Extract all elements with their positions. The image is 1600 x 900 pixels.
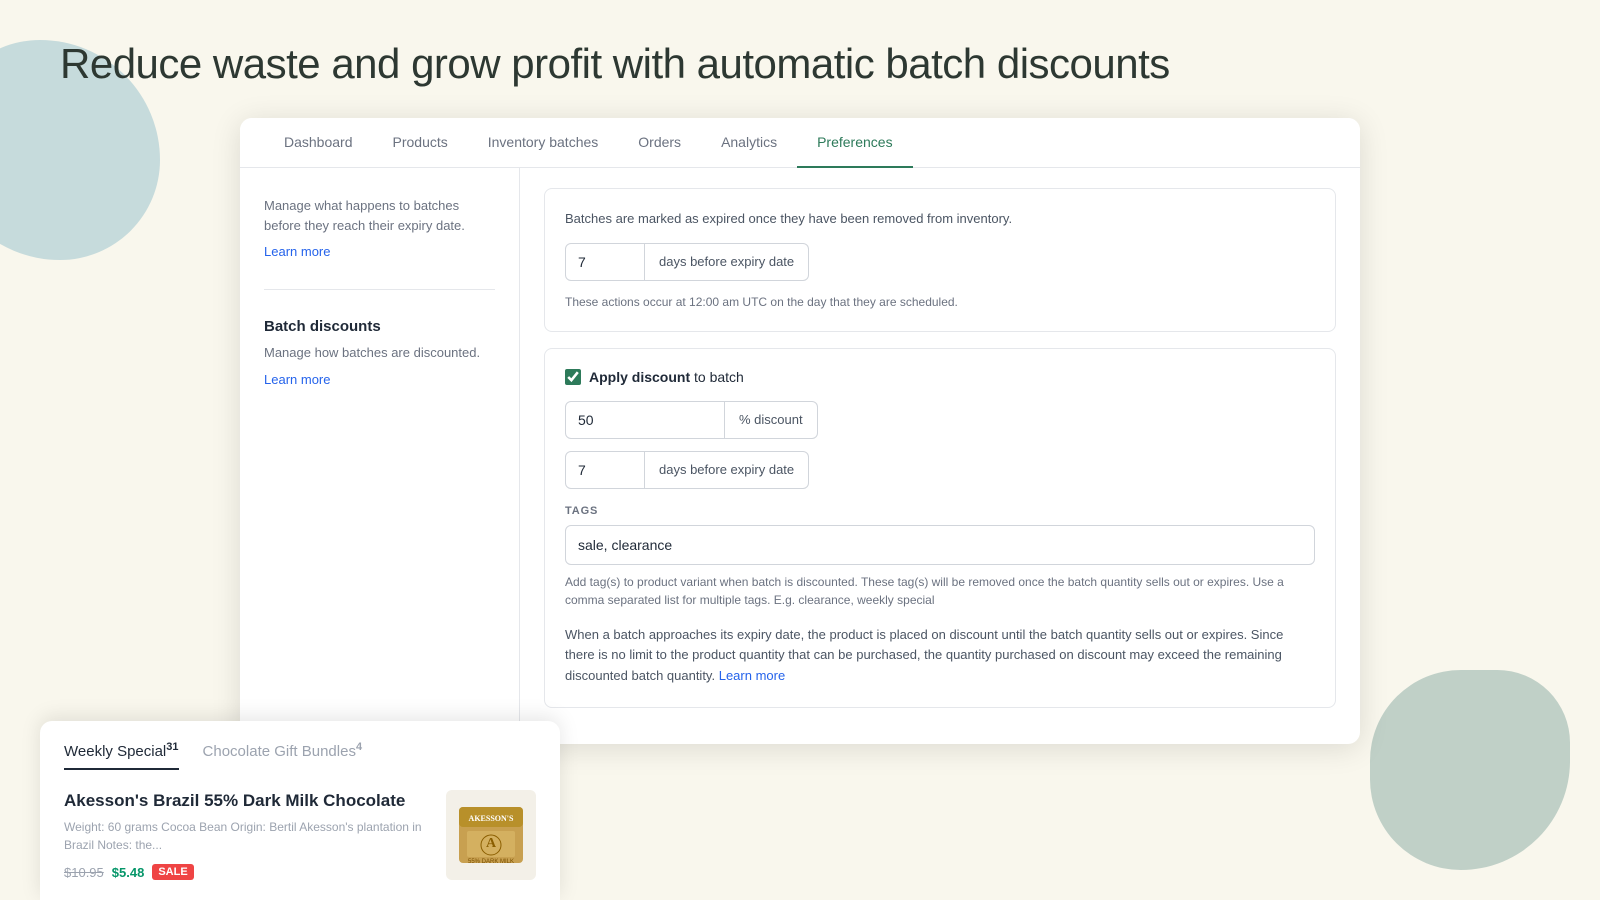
apply-discount-bold: Apply discount xyxy=(589,369,690,385)
product-info: Akesson's Brazil 55% Dark Milk Chocolate… xyxy=(64,790,430,880)
product-tabs: Weekly Special31 Chocolate Gift Bundles4 xyxy=(64,741,536,770)
product-name: Akesson's Brazil 55% Dark Milk Chocolate xyxy=(64,790,430,812)
tab-chocolate-gift-bundles[interactable]: Chocolate Gift Bundles4 xyxy=(203,741,363,770)
product-image: AKESSON'S A 55% DARK MILK xyxy=(446,790,536,880)
product-item: Akesson's Brazil 55% Dark Milk Chocolate… xyxy=(64,790,536,880)
chocolate-bundles-label: Chocolate Gift Bundles xyxy=(203,743,356,760)
price-sale: $5.48 xyxy=(112,865,145,880)
expiry-section: Manage what happens to batches before th… xyxy=(264,196,495,261)
svg-text:55% DARK MILK: 55% DARK MILK xyxy=(468,859,514,865)
tags-section: TAGS Add tag(s) to product variant when … xyxy=(565,505,1315,609)
apply-discount-rest: to batch xyxy=(690,369,744,385)
info-learn-more[interactable]: Learn more xyxy=(719,668,785,683)
tags-label: TAGS xyxy=(565,505,1315,517)
discount-days-row: days before expiry date xyxy=(565,451,1315,489)
chocolate-bundles-count: 4 xyxy=(356,741,362,753)
svg-text:AKESSON'S: AKESSON'S xyxy=(469,814,514,823)
price-original: $10.95 xyxy=(64,865,104,880)
expiry-card: Batches are marked as expired once they … xyxy=(544,188,1336,332)
expiry-card-description: Batches are marked as expired once they … xyxy=(565,209,1315,229)
expiry-footnote: These actions occur at 12:00 am UTC on t… xyxy=(565,293,1315,311)
right-panel: Batches are marked as expired once they … xyxy=(520,168,1360,744)
nav-tabs: Dashboard Products Inventory batches Ord… xyxy=(240,118,1360,168)
section-divider xyxy=(264,289,495,290)
expiry-days-input[interactable] xyxy=(565,243,645,281)
tab-preferences[interactable]: Preferences xyxy=(797,118,912,168)
left-panel: Manage what happens to batches before th… xyxy=(240,168,520,744)
product-image-svg: AKESSON'S A 55% DARK MILK xyxy=(451,795,531,875)
product-pricing: $10.95 $5.48 SALE xyxy=(64,864,430,880)
weekly-special-count: 31 xyxy=(166,741,178,753)
expiry-input-row: days before expiry date xyxy=(565,243,1315,281)
batch-discount-card: Apply discount to batch % discount days … xyxy=(544,348,1336,708)
svg-text:A: A xyxy=(486,836,497,851)
tags-input[interactable] xyxy=(565,525,1315,565)
batch-discounts-title: Batch discounts xyxy=(264,318,495,335)
apply-discount-label: Apply discount to batch xyxy=(589,369,744,385)
weekly-special-label: Weekly Special xyxy=(64,743,166,760)
tab-inventory-batches[interactable]: Inventory batches xyxy=(468,118,619,168)
tab-products[interactable]: Products xyxy=(373,118,468,168)
discount-percent-suffix: % discount xyxy=(725,401,818,439)
apply-discount-checkbox[interactable] xyxy=(565,369,581,385)
info-text-content: When a batch approaches its expiry date,… xyxy=(565,627,1283,684)
expiry-description: Manage what happens to batches before th… xyxy=(264,196,495,235)
discount-percent-input[interactable] xyxy=(565,401,725,439)
apply-discount-row: Apply discount to batch xyxy=(565,369,1315,385)
discount-days-input[interactable] xyxy=(565,451,645,489)
tab-orders[interactable]: Orders xyxy=(618,118,701,168)
tab-weekly-special[interactable]: Weekly Special31 xyxy=(64,741,179,770)
tab-analytics[interactable]: Analytics xyxy=(701,118,797,168)
tags-description: Add tag(s) to product variant when batch… xyxy=(565,573,1315,609)
product-description: Weight: 60 grams Cocoa Bean Origin: Bert… xyxy=(64,818,430,854)
discount-percent-row: % discount xyxy=(565,401,1315,439)
page-title: Reduce waste and grow profit with automa… xyxy=(60,40,1540,88)
discount-days-suffix: days before expiry date xyxy=(645,451,809,489)
expiry-learn-more[interactable]: Learn more xyxy=(264,244,330,259)
batch-discounts-section: Batch discounts Manage how batches are d… xyxy=(264,318,495,389)
content-area: Manage what happens to batches before th… xyxy=(240,168,1360,744)
sale-badge: SALE xyxy=(152,864,193,880)
batch-discount-info: When a batch approaches its expiry date,… xyxy=(565,625,1315,687)
tab-dashboard[interactable]: Dashboard xyxy=(264,118,373,168)
expiry-days-suffix: days before expiry date xyxy=(645,243,809,281)
batch-discounts-description: Manage how batches are discounted. xyxy=(264,343,495,363)
batch-discounts-learn-more[interactable]: Learn more xyxy=(264,372,330,387)
product-card: Weekly Special31 Chocolate Gift Bundles4… xyxy=(40,721,560,900)
app-window: Dashboard Products Inventory batches Ord… xyxy=(240,118,1360,744)
